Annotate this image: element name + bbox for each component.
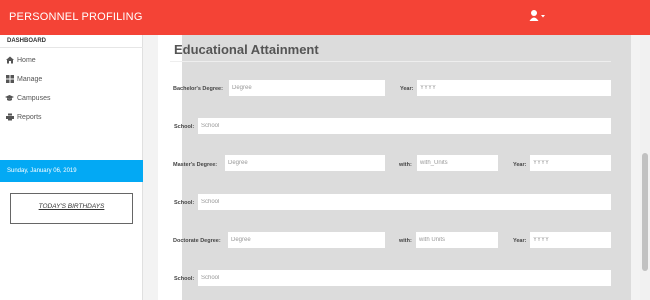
scrollbar-thumb[interactable] xyxy=(642,153,648,271)
doctorate-school-input[interactable] xyxy=(198,270,611,286)
section-divider xyxy=(170,61,611,62)
bachelors-school-input[interactable] xyxy=(198,118,611,134)
sidebar-item-reports[interactable]: Reports xyxy=(5,111,42,123)
masters-year-label: Year: xyxy=(513,162,527,168)
app-title: PERSONNEL PROFILING xyxy=(9,11,143,23)
sidebar-header: DASHBOARD xyxy=(7,38,46,44)
sidebar-divider xyxy=(0,47,143,48)
doctorate-year-input[interactable] xyxy=(530,232,611,248)
sidebar-item-label: Home xyxy=(17,56,36,64)
bachelors-year-input[interactable] xyxy=(417,80,611,96)
masters-school-input[interactable] xyxy=(198,194,611,210)
user-icon xyxy=(529,10,545,21)
graduation-cap-icon xyxy=(5,94,14,103)
birthdays-panel: TODAY'S BIRTHDAYS xyxy=(10,193,133,224)
sidebar-item-label: Reports xyxy=(17,113,42,121)
current-date-bar: Sunday, January 06, 2019 xyxy=(0,160,143,182)
masters-units-input[interactable] xyxy=(417,155,498,171)
sidebar-item-label: Campuses xyxy=(17,94,51,102)
birthdays-title: TODAY'S BIRTHDAYS xyxy=(38,203,105,210)
page-scrollbar[interactable] xyxy=(640,35,650,300)
printer-icon xyxy=(5,113,14,122)
masters-degree-input[interactable] xyxy=(225,155,385,171)
user-menu-button[interactable] xyxy=(529,8,547,24)
sidebar-item-manage[interactable]: Manage xyxy=(5,73,42,85)
bachelors-degree-label: Bachelor's Degree: xyxy=(173,86,223,92)
doctorate-degree-label: Doctorate Degree: xyxy=(173,238,221,244)
sidebar: DASHBOARD Home Manage Campuses Reports S… xyxy=(0,35,143,300)
bachelors-year-label: Year: xyxy=(400,86,414,92)
section-title: Educational Attainment xyxy=(174,42,319,57)
home-icon xyxy=(5,56,14,65)
doctorate-units-input[interactable] xyxy=(416,232,498,248)
masters-with-label: with: xyxy=(399,162,412,168)
doctorate-with-label: with: xyxy=(399,238,412,244)
bachelors-school-label: School: xyxy=(174,124,195,130)
bachelors-degree-input[interactable] xyxy=(229,80,385,96)
doctorate-year-label: Year: xyxy=(513,238,527,244)
sidebar-item-campuses[interactable]: Campuses xyxy=(5,92,50,104)
grid-icon xyxy=(5,75,14,84)
sidebar-item-label: Manage xyxy=(17,75,43,83)
doctorate-school-label: School: xyxy=(174,276,195,282)
doctorate-degree-input[interactable] xyxy=(228,232,385,248)
masters-school-label: School: xyxy=(174,200,195,206)
masters-degree-label: Master's Degree: xyxy=(173,162,218,168)
top-navbar: PERSONNEL PROFILING xyxy=(0,0,650,35)
sidebar-item-home[interactable]: Home xyxy=(5,54,36,66)
caret-down-icon xyxy=(541,15,545,18)
masters-year-input[interactable] xyxy=(530,155,611,171)
